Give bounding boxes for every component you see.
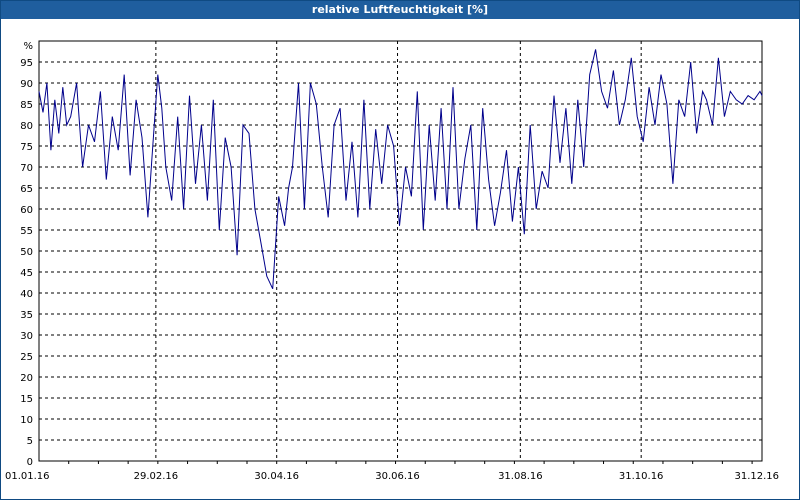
y-tick-label: 25 — [20, 352, 33, 363]
y-tick-label: 10 — [20, 415, 33, 426]
x-tick-label: 31.12.16 — [734, 471, 779, 482]
y-tick-label: 50 — [20, 247, 33, 258]
y-axis-unit-label: % — [23, 41, 33, 52]
x-tick-label: 30.04.16 — [254, 471, 299, 482]
y-tick-label: 85 — [20, 100, 33, 111]
y-tick-label: 45 — [20, 268, 33, 279]
x-tick-label: 31.08.16 — [498, 471, 543, 482]
x-tick-label: 30.06.16 — [375, 471, 420, 482]
y-tick-label: 90 — [20, 79, 33, 90]
y-tick-label: 80 — [20, 121, 33, 132]
y-tick-label: 60 — [20, 205, 33, 216]
y-tick-label: 20 — [20, 373, 33, 384]
y-tick-label: 95 — [20, 58, 33, 69]
y-tick-label: 5 — [27, 436, 33, 447]
y-tick-label: 0 — [27, 457, 33, 468]
y-tick-label: 65 — [20, 184, 33, 195]
x-tick-label: 29.02.16 — [134, 471, 179, 482]
chart-window: relative Luftfeuchtigkeit [%] % 0 5 10 15 20… — [0, 0, 800, 500]
x-tick-label: 31.10.16 — [619, 471, 664, 482]
y-tick-label: 15 — [20, 394, 33, 405]
y-tick-label: 70 — [20, 163, 33, 174]
line-chart: % 0 5 10 15 20 25 30 35 40 45 50 55 60 65 70 75 80 85 90 95… — [5, 40, 779, 482]
y-tick-label: 40 — [20, 289, 33, 300]
y-tick-label: 55 — [20, 226, 33, 237]
y-tick-label: 30 — [20, 331, 33, 342]
y-tick-label: 35 — [20, 310, 33, 321]
x-axis: 01.01.16 29.02.16 30.04.16 30.06.16 31.08.16… — [5, 461, 779, 482]
y-tick-label: 75 — [20, 142, 33, 153]
x-tick-label: 01.01.16 — [5, 471, 50, 482]
y-axis: % 0 5 10 15 20 25 30 35 40 45 50 55 60 65 70 75 80 85 90 95 — [20, 41, 33, 468]
